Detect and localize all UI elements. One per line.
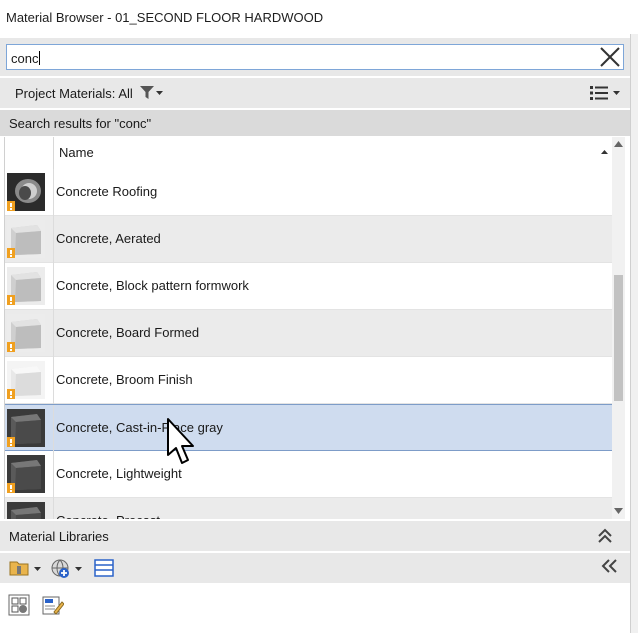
view-options-chevron-icon[interactable] — [613, 91, 620, 95]
add-globe-icon[interactable] — [50, 559, 84, 579]
library-folder-icon[interactable] — [8, 559, 42, 577]
material-libraries-bar: Material Libraries — [0, 521, 630, 551]
thumbnail-column-header — [5, 137, 54, 169]
project-materials-filter-label[interactable]: Project Materials: All — [15, 86, 133, 101]
filter-dropdown-chevron-icon[interactable] — [156, 91, 163, 95]
material-row[interactable]: Concrete, Cast-in-Place gray — [5, 404, 613, 452]
search-input-value[interactable]: conc — [11, 51, 40, 66]
material-name: Concrete, Precast — [56, 513, 160, 519]
material-name: Concrete, Broom Finish — [56, 372, 193, 387]
material-swatch-icon — [7, 361, 45, 399]
search-results-header: Search results for "conc" — [0, 110, 630, 136]
material-row[interactable]: Concrete Roofing — [5, 169, 613, 216]
window-title: Material Browser - 01_SECOND FLOOR HARDW… — [6, 10, 324, 25]
column-separator — [53, 498, 54, 519]
title-bar: Material Browser - 01_SECOND FLOOR HARDW… — [0, 0, 638, 34]
material-name: Concrete, Lightweight — [56, 466, 182, 481]
material-name: Concrete, Aerated — [56, 231, 161, 246]
mouse-cursor-icon — [167, 418, 194, 464]
list-view-icon[interactable] — [590, 85, 608, 101]
sort-ascending-icon[interactable] — [601, 150, 608, 154]
material-name: Concrete, Cast-in-Place gray — [56, 420, 223, 435]
search-input[interactable]: conc — [6, 44, 624, 70]
asset-browser-icon[interactable] — [8, 594, 30, 616]
search-results-label: Search results for "conc" — [9, 116, 152, 131]
material-swatch-icon — [7, 502, 45, 519]
search-bar: conc — [0, 38, 630, 76]
name-column-header[interactable]: Name — [59, 145, 94, 160]
scrollbar-thumb[interactable] — [614, 275, 623, 401]
materials-list: Name Concrete Roofing Concrete, Aerated Co… — [4, 137, 613, 519]
material-swatch-icon — [7, 455, 45, 493]
list-header: Name — [5, 137, 613, 170]
library-view-icon[interactable] — [94, 559, 114, 577]
filter-funnel-icon[interactable] — [140, 86, 154, 99]
column-separator — [53, 216, 54, 263]
material-row[interactable]: Concrete, Aerated — [5, 216, 613, 263]
material-row[interactable]: Concrete, Board Formed — [5, 310, 613, 357]
collapse-up-icon[interactable] — [598, 528, 612, 544]
material-row[interactable]: Concrete, Block pattern formwork — [5, 263, 613, 310]
column-separator — [53, 169, 54, 216]
material-row[interactable]: Concrete, Broom Finish — [5, 357, 613, 404]
collapse-left-icon[interactable] — [600, 559, 618, 573]
clear-search-icon[interactable] — [599, 46, 621, 68]
material-name: Concrete Roofing — [56, 184, 158, 199]
bottom-toolbar — [0, 588, 630, 633]
material-name: Concrete, Board Formed — [56, 325, 200, 340]
material-swatch-icon — [7, 220, 45, 258]
material-swatch-icon — [7, 409, 45, 447]
material-swatch-icon — [7, 267, 45, 305]
filter-bar: Project Materials: All — [0, 78, 630, 108]
material-libraries-label: Material Libraries — [9, 529, 109, 544]
material-row[interactable]: Concrete, Precast — [5, 498, 613, 519]
side-panel-edge — [630, 34, 638, 633]
column-separator — [53, 357, 54, 404]
material-row[interactable]: Concrete, Lightweight — [5, 451, 613, 498]
material-swatch-icon — [7, 173, 45, 211]
material-swatch-icon — [7, 314, 45, 352]
material-name: Concrete, Block pattern formwork — [56, 278, 249, 293]
column-separator — [53, 310, 54, 357]
library-toolbar — [0, 553, 630, 583]
list-scrollbar[interactable] — [612, 137, 625, 519]
material-editor-icon[interactable] — [42, 594, 64, 616]
scroll-down-icon[interactable] — [614, 508, 623, 514]
column-separator — [53, 263, 54, 310]
scroll-up-icon[interactable] — [614, 141, 623, 147]
column-separator — [53, 451, 54, 498]
column-separator — [53, 405, 54, 452]
